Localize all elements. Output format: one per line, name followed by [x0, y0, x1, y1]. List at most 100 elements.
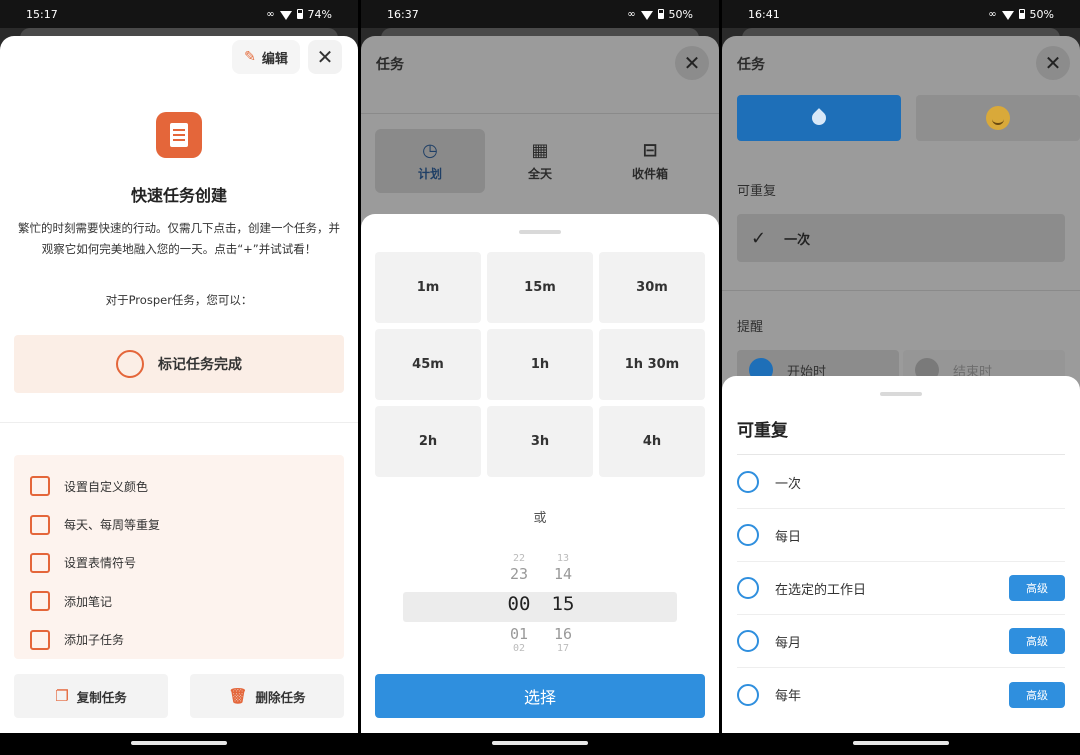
- check-icon: ✓: [751, 227, 767, 249]
- edit-label: 编辑: [261, 51, 288, 67]
- calendar-icon: ▦: [531, 140, 549, 161]
- repeat-option[interactable]: 一次: [737, 456, 1065, 509]
- status-bar: 16:37 ∞ 50%: [361, 0, 719, 28]
- inbox-icon: ⊟: [642, 140, 658, 161]
- duration-option[interactable]: 1h: [487, 329, 593, 400]
- feature-label: 添加笔记: [64, 594, 113, 609]
- feature-item[interactable]: 每天、每周等重复: [14, 505, 344, 543]
- repeat-option-label: 每月: [775, 635, 802, 651]
- duration-option[interactable]: 45m: [375, 329, 481, 400]
- time-picker[interactable]: 22 23 00 01 02 13 14 15 16 17: [403, 554, 677, 654]
- premium-badge[interactable]: 高级: [1009, 681, 1065, 708]
- nav-bar: [361, 733, 719, 755]
- copy-task-button[interactable]: ❐ 复制任务: [14, 674, 168, 718]
- feature-item[interactable]: 添加笔记: [14, 582, 344, 620]
- divider: [722, 290, 1080, 291]
- drag-handle[interactable]: [519, 230, 561, 234]
- duration-option[interactable]: 15m: [487, 252, 593, 323]
- hour-value: 02: [512, 644, 526, 654]
- repeat-option[interactable]: 每月 高级: [737, 615, 1065, 668]
- battery-icon: [296, 9, 303, 19]
- drag-handle[interactable]: [880, 392, 922, 396]
- status-time: 15:17: [26, 7, 58, 21]
- selected-minute: 15: [551, 593, 575, 615]
- hour-wheel[interactable]: 22 23 00 01 02: [499, 554, 539, 654]
- trash-icon: 🗑: [228, 687, 248, 705]
- description-text: 繁忙的时刻需要快速的行动。仅需几下点击，创建一个任务，并观察它如何完美地融入您的…: [18, 221, 340, 256]
- repeat-option-label: 一次: [775, 476, 802, 492]
- minute-value: 17: [556, 644, 570, 654]
- repeat-option-label: 每年: [775, 689, 802, 704]
- divider: [737, 454, 1065, 455]
- duration-grid: 1m 15m 30m 45m 1h 1h 30m 2h 3h 4h: [375, 252, 705, 477]
- duration-option[interactable]: 2h: [375, 406, 481, 477]
- close-button[interactable]: ✕: [675, 46, 709, 80]
- wifi-icon: [279, 10, 292, 20]
- battery-icon: [657, 9, 664, 19]
- feature-item[interactable]: 添加子任务: [14, 621, 344, 659]
- header-title: 任务: [737, 57, 765, 73]
- mark-complete-button[interactable]: 标记任务完成: [14, 335, 344, 393]
- repeat-option[interactable]: 每日: [737, 509, 1065, 562]
- premium-badge[interactable]: 高级: [1009, 628, 1065, 654]
- close-button[interactable]: ✕: [1036, 46, 1070, 80]
- home-indicator[interactable]: [131, 741, 227, 745]
- copy-icon: ❐: [55, 687, 69, 705]
- minute-wheel[interactable]: 13 14 15 16 17: [543, 554, 583, 654]
- close-button[interactable]: ✕: [308, 40, 342, 74]
- delete-task-button[interactable]: 🗑 删除任务: [190, 674, 344, 718]
- premium-badge[interactable]: 高级: [1009, 575, 1065, 601]
- color-drop-button[interactable]: [737, 95, 901, 141]
- header-title: 任务: [376, 57, 404, 73]
- close-icon: ✕: [1044, 51, 1062, 75]
- delete-task-label: 删除任务: [255, 689, 306, 705]
- screen-duration-picker: 16:37 ∞ 50% 任务 ✕ ◷ 计划 ▦ 全天 ⊟ 收件箱 1m 15m …: [361, 0, 719, 755]
- feature-item[interactable]: 设置表情符号: [14, 544, 344, 582]
- tab-inbox-label: 收件箱: [631, 167, 668, 181]
- checkbox-icon: [30, 591, 50, 612]
- duration-option[interactable]: 3h: [487, 406, 593, 477]
- clock-icon: ◷: [422, 140, 438, 161]
- minute-value: 16: [553, 625, 573, 643]
- radio-icon: [737, 471, 759, 493]
- reminder-section-label: 提醒: [737, 320, 764, 335]
- duration-option[interactable]: 30m: [599, 252, 705, 323]
- tab-plan[interactable]: ◷ 计划: [375, 129, 485, 193]
- subtitle-text: 对于Prosper任务，您可以：: [105, 293, 253, 307]
- duration-option[interactable]: 1m: [375, 252, 481, 323]
- notepad-icon: [156, 112, 202, 158]
- duration-option[interactable]: 1h 30m: [599, 329, 705, 400]
- repeat-option[interactable]: 在选定的工作日 高级: [737, 562, 1065, 615]
- selected-hour: 00: [507, 593, 531, 615]
- wifi-icon: [640, 10, 653, 20]
- quick-task-sheet: ✎ 编辑 ✕ 快速任务创建 繁忙的时刻需要快速的行动。仅需几下点击，创建一个任务…: [0, 36, 358, 733]
- tab-all-day-label: 全天: [527, 167, 552, 181]
- close-icon: ✕: [683, 51, 701, 75]
- close-icon: ✕: [316, 45, 334, 69]
- status-bar: 15:17 ∞ 74%: [0, 0, 358, 28]
- sheet-title: 可重复: [737, 421, 788, 441]
- home-indicator[interactable]: [492, 741, 588, 745]
- radio-icon: [737, 524, 759, 546]
- tab-all-day[interactable]: ▦ 全天: [485, 129, 595, 193]
- minute-value: 13: [556, 554, 570, 564]
- repeat-selector[interactable]: ✓ 一次: [737, 214, 1065, 262]
- link-icon: ∞: [627, 8, 636, 20]
- tab-inbox[interactable]: ⊟ 收件箱: [595, 129, 705, 193]
- duration-option[interactable]: 4h: [599, 406, 705, 477]
- repeat-option-label: 在选定的工作日: [775, 582, 867, 598]
- home-indicator[interactable]: [853, 741, 949, 745]
- mark-complete-label: 标记任务完成: [158, 357, 242, 373]
- battery-percent: 50%: [1029, 7, 1054, 21]
- emoji-button[interactable]: [916, 95, 1080, 141]
- feature-item[interactable]: 设置自定义颜色: [14, 467, 344, 505]
- edit-button[interactable]: ✎ 编辑: [232, 40, 300, 74]
- repeat-option[interactable]: 每年 高级: [737, 668, 1065, 721]
- battery-icon: [1018, 9, 1025, 19]
- radio-icon: [737, 630, 759, 652]
- status-time: 16:41: [748, 7, 780, 21]
- select-button[interactable]: 选择: [375, 674, 705, 718]
- minute-value: 14: [553, 565, 573, 583]
- smiley-icon: [986, 106, 1010, 130]
- circle-icon: [116, 350, 144, 378]
